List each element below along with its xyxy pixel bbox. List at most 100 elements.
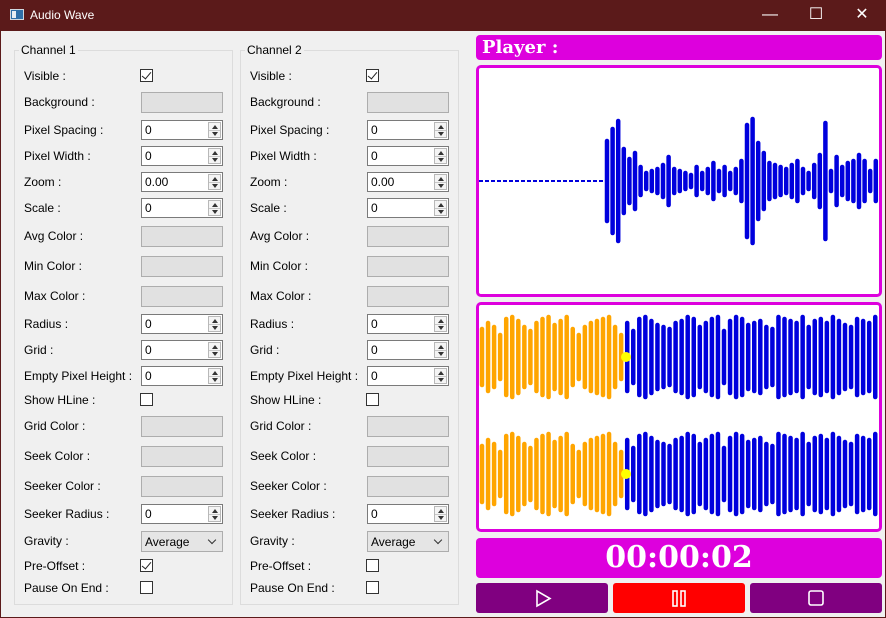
empty-pixel-height-label: Empty Pixel Height : [250,369,359,383]
max-color-swatch[interactable] [367,286,449,307]
stop-button[interactable] [750,583,882,613]
pause-on-end-checkbox[interactable] [140,581,153,594]
spin-arrows-icon[interactable] [208,174,221,190]
min-color-label: Min Color : [24,259,83,273]
spin-arrows-icon[interactable] [434,368,447,384]
pre-offset-checkbox[interactable] [366,559,379,572]
minimize-button[interactable]: — [747,0,793,31]
radius-spinbox[interactable]: 0 [141,314,223,334]
maximize-button[interactable]: ☐ [793,0,839,31]
visible-checkbox[interactable] [366,69,379,82]
spin-arrows-icon[interactable] [434,506,447,522]
title-bar: Audio Wave — ☐ ✕ [0,0,886,31]
seek-color-swatch[interactable] [367,446,449,467]
grid-color-label: Grid Color : [250,419,312,433]
seeker-handle[interactable] [621,469,631,479]
pause-on-end-label: Pause On End : [24,581,109,595]
background-swatch[interactable] [141,92,223,113]
scale-spinbox[interactable]: 0 [141,198,223,218]
background-swatch[interactable] [367,92,449,113]
pixel-spacing-spinbox[interactable]: 0 [141,120,223,140]
window-title: Audio Wave [30,8,95,22]
waveform-seek[interactable] [479,305,879,529]
scale-label: Scale : [250,201,287,215]
waveform-seek-panel[interactable] [476,302,882,532]
grid-value: 0 [145,343,152,357]
play-icon [536,589,552,608]
zoom-value: 0.00 [371,175,395,189]
channel-1-group: Channel 1 Visible : Background : Pixel Spa… [14,43,233,605]
spin-arrows-icon[interactable] [208,200,221,216]
grid-color-label: Grid Color : [24,419,86,433]
empty-pixel-height-spinbox[interactable]: 0 [367,366,449,386]
pre-offset-checkbox[interactable] [140,559,153,572]
spin-arrows-icon[interactable] [208,342,221,358]
scale-label: Scale : [24,201,61,215]
spin-arrows-icon[interactable] [434,122,447,138]
show-hline-label: Show HLine : [250,393,322,407]
max-color-label: Max Color : [24,289,86,303]
gravity-label: Gravity : [250,534,295,548]
grid-label: Grid : [24,343,54,357]
pause-on-end-checkbox[interactable] [366,581,379,594]
seeker-radius-spinbox[interactable]: 0 [141,504,223,524]
gravity-value: Average [371,535,416,549]
pixel-spacing-label: Pixel Spacing : [24,123,104,137]
grid-spinbox[interactable]: 0 [367,340,449,360]
seeker-radius-spinbox[interactable]: 0 [367,504,449,524]
avg-color-swatch[interactable] [367,226,449,247]
seeker-handle[interactable] [621,352,631,362]
spin-arrows-icon[interactable] [434,174,447,190]
avg-color-swatch[interactable] [141,226,223,247]
show-hline-checkbox[interactable] [140,393,153,406]
spin-arrows-icon[interactable] [434,148,447,164]
seeker-radius-value: 0 [145,507,152,521]
channel-2-group: Channel 2 Visible : Background : Pixel Spa… [240,43,459,605]
zoom-spinbox[interactable]: 0.00 [367,172,449,192]
pause-button[interactable] [613,583,745,613]
max-color-label: Max Color : [250,289,312,303]
spin-arrows-icon[interactable] [434,316,447,332]
spin-arrows-icon[interactable] [208,368,221,384]
play-button[interactable] [476,583,608,613]
empty-pixel-height-spinbox[interactable]: 0 [141,366,223,386]
spin-arrows-icon[interactable] [208,506,221,522]
pixel-width-spinbox[interactable]: 0 [141,146,223,166]
spin-arrows-icon[interactable] [208,122,221,138]
app-window-icon [10,9,24,20]
gravity-combo[interactable]: Average [141,531,223,552]
spin-arrows-icon[interactable] [434,342,447,358]
zoom-spinbox[interactable]: 0.00 [141,172,223,192]
pixel-width-spinbox[interactable]: 0 [367,146,449,166]
seeker-color-swatch[interactable] [367,476,449,497]
chevron-down-icon [433,535,443,545]
grid-color-swatch[interactable] [141,416,223,437]
zoom-value: 0.00 [145,175,169,189]
seeker-color-label: Seeker Color : [250,479,327,493]
pixel-spacing-value: 0 [145,123,152,137]
grid-spinbox[interactable]: 0 [141,340,223,360]
radius-spinbox[interactable]: 0 [367,314,449,334]
min-color-swatch[interactable] [367,256,449,277]
gravity-combo[interactable]: Average [367,531,449,552]
spin-arrows-icon[interactable] [208,316,221,332]
spin-arrows-icon[interactable] [208,148,221,164]
seeker-color-swatch[interactable] [141,476,223,497]
seeker-radius-label: Seeker Radius : [24,507,110,521]
gravity-label: Gravity : [24,534,69,548]
seek-color-swatch[interactable] [141,446,223,467]
spin-arrows-icon[interactable] [434,200,447,216]
scale-spinbox[interactable]: 0 [367,198,449,218]
pixel-spacing-spinbox[interactable]: 0 [367,120,449,140]
max-color-swatch[interactable] [141,286,223,307]
pixel-width-label: Pixel Width : [24,149,91,163]
visible-checkbox[interactable] [140,69,153,82]
grid-color-swatch[interactable] [367,416,449,437]
waveform-overview[interactable] [479,68,879,294]
pre-offset-label: Pre-Offset : [24,559,86,573]
close-button[interactable]: ✕ [839,0,885,31]
background-label: Background : [250,95,321,109]
min-color-swatch[interactable] [141,256,223,277]
show-hline-checkbox[interactable] [366,393,379,406]
player-title: Player : [476,35,882,60]
